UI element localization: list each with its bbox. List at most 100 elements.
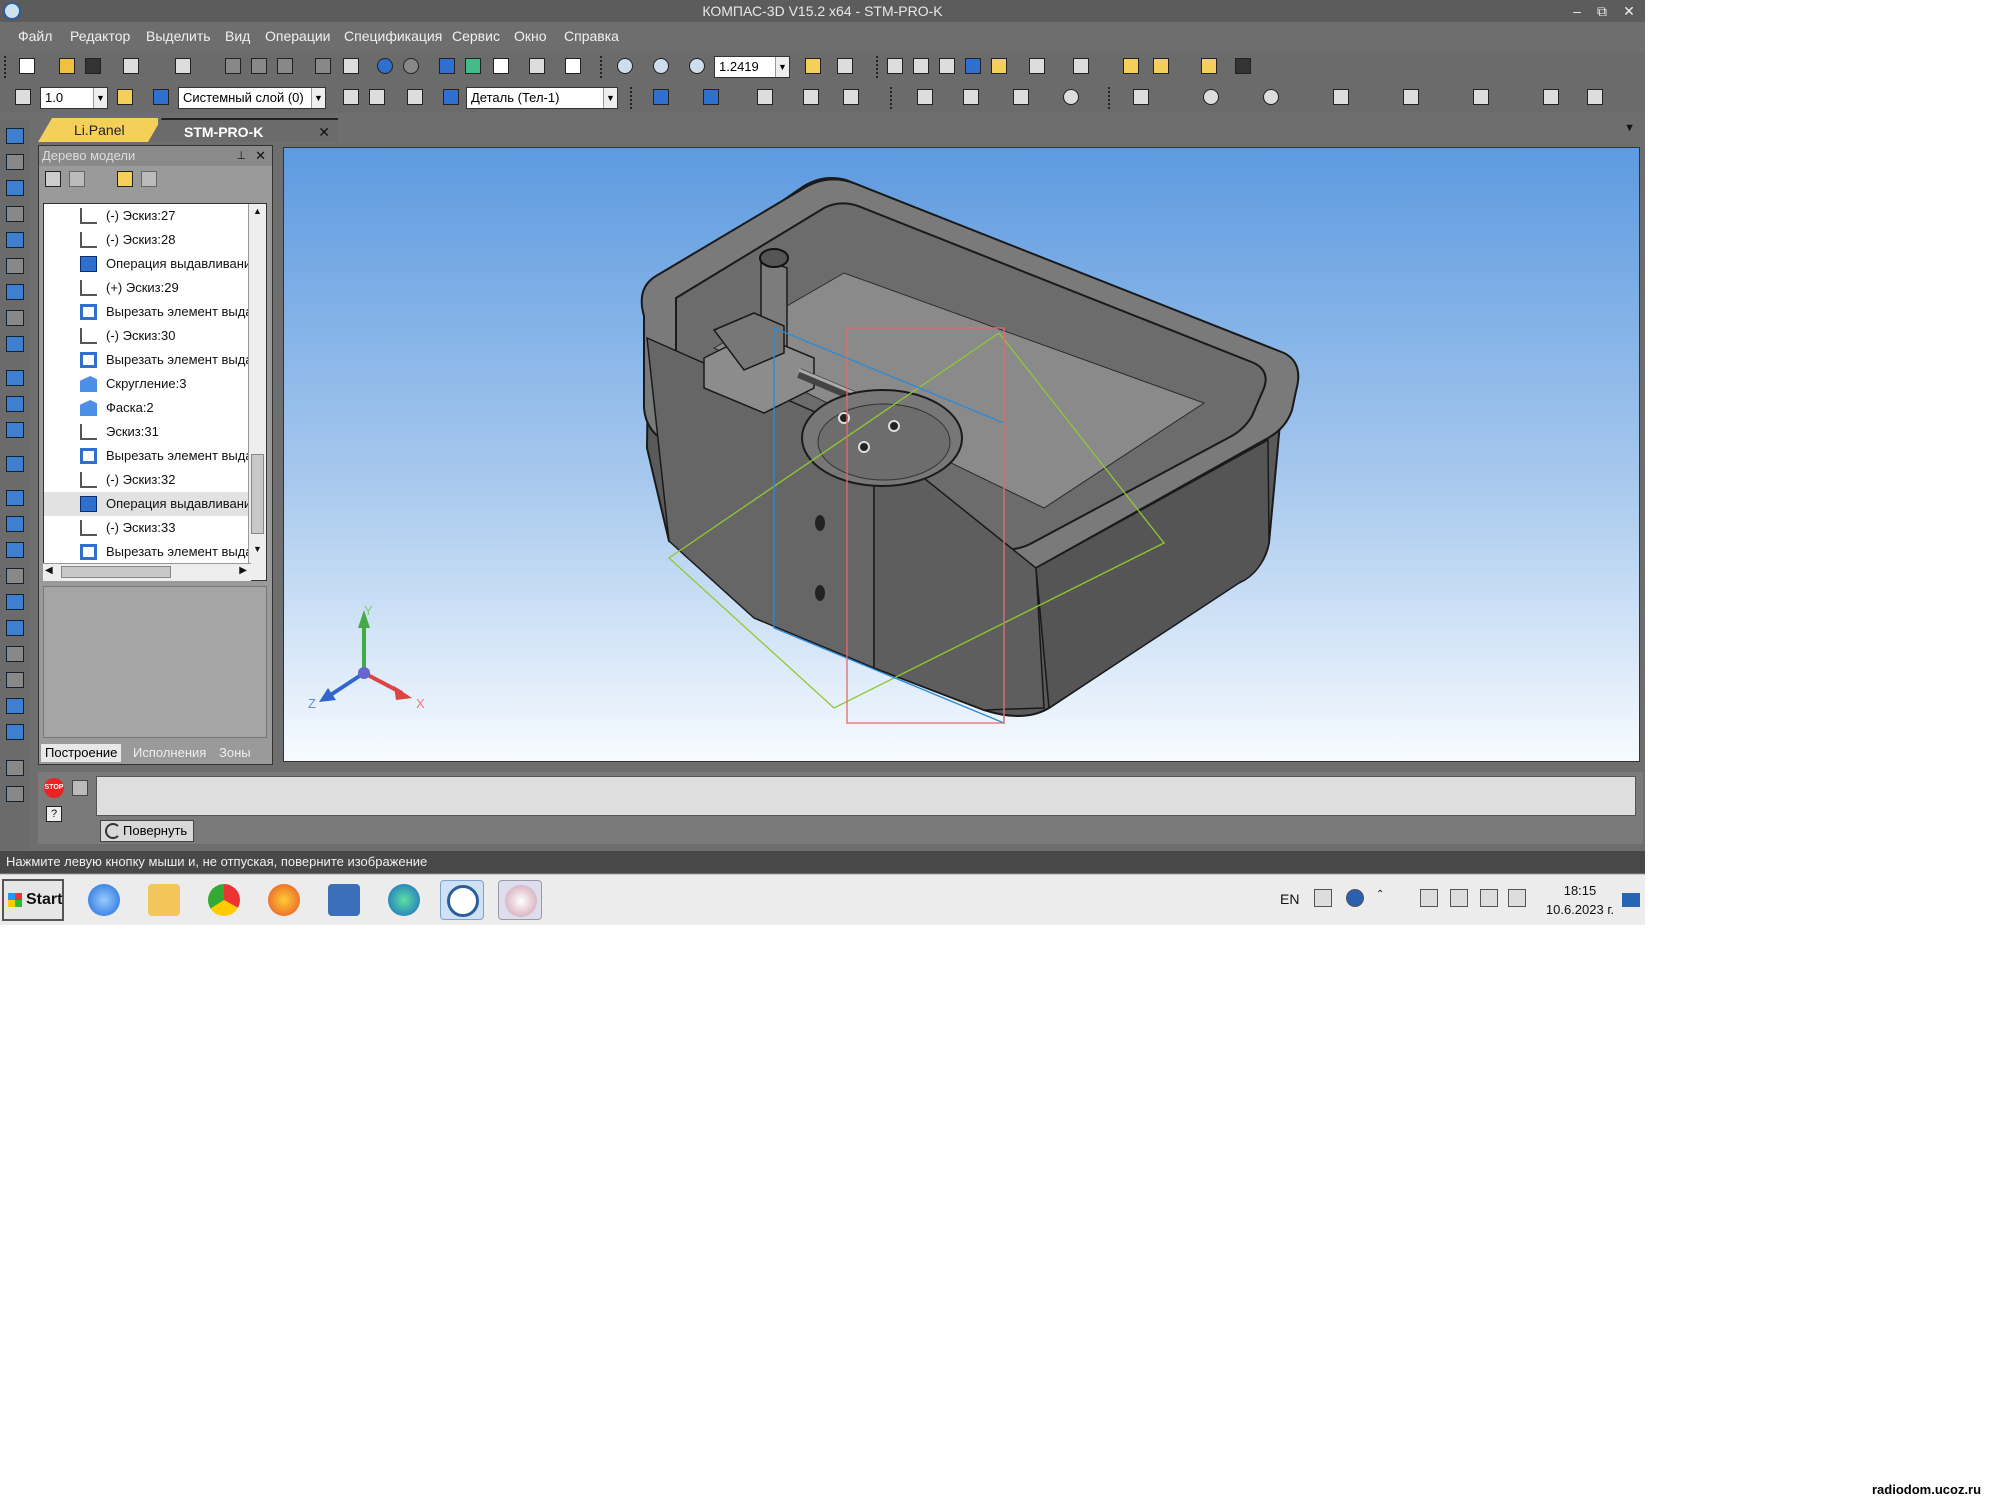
tree-item[interactable]: Вырезать элемент выда — [44, 300, 256, 324]
hidden-lines-icon[interactable] — [936, 55, 958, 77]
copy-icon[interactable] — [248, 55, 270, 77]
film-icon[interactable] — [1232, 55, 1254, 77]
table-icon[interactable] — [340, 55, 362, 77]
view-orientation-icon[interactable] — [884, 55, 906, 77]
scroll-left-icon[interactable]: ◀ — [45, 565, 53, 576]
usb-tray-icon[interactable] — [1480, 889, 1498, 907]
orient-icon[interactable] — [366, 86, 388, 108]
edit-part-icon[interactable] — [6, 128, 24, 144]
measure-icon[interactable] — [526, 55, 548, 77]
local-cs-icon[interactable] — [340, 86, 362, 108]
scroll-up-icon[interactable]: ▲ — [251, 206, 264, 220]
zoom-window-icon[interactable] — [614, 55, 636, 77]
variables-icon[interactable] — [490, 55, 512, 77]
3d-viewport[interactable]: Y X Z — [283, 147, 1640, 762]
arrays-icon[interactable] — [6, 206, 24, 222]
maximize-button[interactable]: ⧉ — [1590, 1, 1614, 21]
help-icon[interactable]: ? — [46, 806, 62, 822]
tab-construction[interactable]: Построение — [41, 744, 122, 762]
tree-item[interactable]: (-) Эскиз:33 — [44, 516, 256, 540]
taskbar-network[interactable] — [322, 880, 366, 920]
close-tab-icon[interactable]: ✕ — [318, 120, 330, 142]
sheet-metal-icon[interactable] — [6, 336, 24, 352]
cut-extrude-icon[interactable] — [6, 490, 24, 506]
tree-item[interactable]: Вырезать элемент выда — [44, 540, 256, 564]
show-desktop-button[interactable] — [1622, 893, 1640, 907]
offset-tool-icon[interactable] — [800, 86, 822, 108]
tree-filter-icon[interactable] — [141, 171, 157, 187]
tree-item[interactable]: (-) Эскиз:27 — [44, 204, 256, 228]
curve-tool-icon[interactable] — [700, 86, 722, 108]
trim-tool-icon[interactable] — [1470, 86, 1492, 108]
layer-select[interactable]: Системный слой (0) ▼ — [178, 87, 326, 109]
tree-item[interactable]: Операция выдавливани — [44, 252, 256, 276]
keyboard-icon[interactable] — [1314, 889, 1332, 907]
snap-icon[interactable] — [114, 86, 136, 108]
tree-item[interactable]: (-) Эскиз:28 — [44, 228, 256, 252]
tree-order-icon[interactable] — [45, 171, 61, 187]
paste-icon[interactable] — [274, 55, 296, 77]
tree-view-icon[interactable] — [117, 171, 133, 187]
scroll-down-icon[interactable]: ▼ — [251, 544, 264, 558]
tree-item[interactable]: (-) Эскиз:32 — [44, 468, 256, 492]
menu-edit[interactable]: Редактор — [70, 28, 130, 44]
tree-item[interactable]: Эскиз:31 — [44, 420, 256, 444]
language-indicator[interactable]: EN — [1280, 891, 1299, 907]
tab-versions[interactable]: Исполнения — [129, 744, 210, 762]
menu-specification[interactable]: Спецификация — [344, 28, 442, 44]
insert-component-icon[interactable] — [1150, 55, 1172, 77]
taskbar-firefox[interactable] — [262, 880, 306, 920]
manager-icon[interactable] — [436, 55, 458, 77]
taskbar-paint[interactable] — [498, 880, 542, 920]
flag-tray-icon[interactable] — [1420, 889, 1438, 907]
title-bar[interactable]: КОМПАС-3D V15.2 x64 - STM-PRO-K – ⧉ ✕ — [0, 0, 1645, 22]
start-button[interactable]: Start — [2, 879, 64, 921]
menu-help[interactable]: Справка — [564, 28, 619, 44]
dimensions-icon[interactable] — [6, 258, 24, 274]
menu-service[interactable]: Сервис — [452, 28, 500, 44]
sketch-mode-icon[interactable] — [404, 86, 426, 108]
tab-stm-pro-k[interactable]: STM-PRO-K ✕ — [148, 118, 338, 142]
designations-icon[interactable] — [6, 284, 24, 300]
clipboard-tool-icon[interactable] — [1584, 86, 1606, 108]
chamfer-tool-icon[interactable] — [1400, 86, 1422, 108]
halftone-icon[interactable] — [962, 55, 984, 77]
tree-item[interactable]: Вырезать элемент выда — [44, 348, 256, 372]
section-icon[interactable] — [1070, 55, 1092, 77]
command-parameters-area[interactable] — [96, 776, 1636, 816]
close-window-button[interactable]: ✕ — [1617, 1, 1641, 21]
grid-toggle-icon[interactable] — [72, 780, 88, 796]
tree-item[interactable]: Вырезать элемент выда — [44, 444, 256, 468]
fillet-icon[interactable] — [6, 620, 24, 636]
rotate-icon[interactable] — [802, 55, 824, 77]
step-value-field[interactable]: 1.0 ▼ — [40, 87, 108, 109]
aux-geometry-icon[interactable] — [6, 232, 24, 248]
text-tool-icon[interactable] — [840, 86, 862, 108]
curves-icon[interactable] — [6, 154, 24, 170]
show-hidden-icons[interactable]: ⌃ — [1376, 889, 1386, 907]
revolve-icon[interactable] — [6, 396, 24, 412]
perspective-icon[interactable] — [1026, 55, 1048, 77]
undo-icon[interactable] — [374, 55, 396, 77]
sweep-icon[interactable] — [6, 456, 24, 472]
chevron-down-icon[interactable]: ▼ — [93, 88, 107, 108]
preview-icon[interactable] — [172, 55, 194, 77]
hole-icon[interactable] — [6, 542, 24, 558]
shell-icon[interactable] — [6, 594, 24, 610]
chevron-down-icon[interactable]: ▼ — [311, 88, 325, 108]
print-icon[interactable] — [120, 55, 142, 77]
grid-step-icon[interactable] — [12, 86, 34, 108]
stop-icon[interactable]: STOP — [44, 778, 64, 798]
rib-icon[interactable] — [6, 568, 24, 584]
cut-icon[interactable] — [222, 55, 244, 77]
tab-li-panel[interactable]: Li.Panel — [38, 118, 158, 142]
minimize-button[interactable]: – — [1565, 1, 1589, 21]
thread-icon[interactable] — [6, 672, 24, 688]
copy-elements-icon[interactable] — [6, 724, 24, 740]
network-tray-icon[interactable] — [1450, 889, 1468, 907]
taskbar-kompas[interactable] — [440, 880, 484, 920]
arc-tool-icon[interactable] — [1060, 86, 1082, 108]
tree-horizontal-scrollbar[interactable]: ◀ ▶ — [43, 563, 251, 581]
wireframe-icon[interactable] — [910, 55, 932, 77]
save-icon[interactable] — [82, 55, 104, 77]
